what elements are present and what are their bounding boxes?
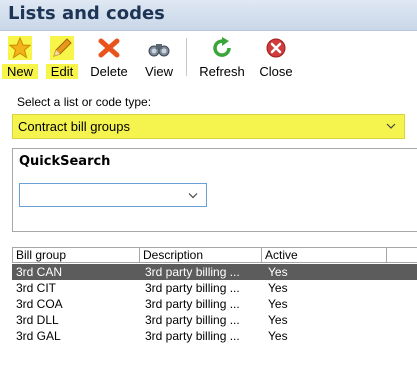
list-type-dropdown[interactable]: Contract bill groups xyxy=(12,114,405,139)
star-icon xyxy=(8,36,32,60)
column-header-active[interactable]: Active xyxy=(262,248,387,262)
edit-button[interactable]: Edit xyxy=(46,32,78,82)
refresh-button[interactable]: Refresh xyxy=(192,32,252,82)
column-header-description[interactable]: Description xyxy=(140,248,262,262)
table-row[interactable]: 3rd COA 3rd party billing ... Yes xyxy=(12,296,417,312)
toolbar: New Edit Delete View Refresh Close xyxy=(0,32,417,82)
chevron-down-icon xyxy=(188,193,198,199)
quicksearch-title: QuickSearch xyxy=(19,154,111,169)
table-row[interactable]: 3rd CIT 3rd party billing ... Yes xyxy=(12,280,417,296)
bill-group-cell: 3rd COA xyxy=(16,297,63,311)
delete-button[interactable]: Delete xyxy=(86,32,132,82)
edit-label: Edit xyxy=(46,64,78,79)
description-cell: 3rd party billing ... xyxy=(145,281,240,295)
table-row[interactable]: 3rd DLL 3rd party billing ... Yes xyxy=(12,312,417,328)
new-label: New xyxy=(2,64,38,79)
active-cell: Yes xyxy=(268,313,288,327)
delete-x-icon xyxy=(98,38,120,58)
active-cell: Yes xyxy=(268,265,288,279)
bill-group-cell: 3rd CIT xyxy=(16,281,57,295)
list-type-label: Select a list or code type: xyxy=(17,95,152,109)
bill-group-cell: 3rd CAN xyxy=(16,265,63,279)
refresh-label: Refresh xyxy=(199,64,245,79)
window-title: Lists and codes xyxy=(8,3,165,24)
chevron-down-icon xyxy=(386,123,396,129)
table-row[interactable]: 3rd GAL 3rd party billing ... Yes xyxy=(12,328,417,344)
column-header-bill-group[interactable]: Bill group xyxy=(13,248,140,262)
refresh-icon xyxy=(213,37,231,57)
description-cell: 3rd party billing ... xyxy=(145,313,240,327)
title-bar: Lists and codes xyxy=(0,0,417,31)
delete-label: Delete xyxy=(90,64,128,79)
description-cell: 3rd party billing ... xyxy=(145,297,240,311)
bill-group-cell: 3rd DLL xyxy=(16,313,59,327)
bill-group-grid: Bill group Description Active 3rd CAN 3r… xyxy=(12,247,417,366)
binoculars-icon xyxy=(148,44,170,57)
list-type-value: Contract bill groups xyxy=(18,119,130,134)
close-label: Close xyxy=(259,64,293,79)
view-button[interactable]: View xyxy=(138,32,180,82)
active-cell: Yes xyxy=(268,329,288,343)
quicksearch-panel: QuickSearch xyxy=(12,148,417,232)
quicksearch-dropdown[interactable] xyxy=(19,183,207,207)
close-icon xyxy=(266,38,286,58)
description-cell: 3rd party billing ... xyxy=(145,265,240,279)
new-button[interactable]: New xyxy=(2,32,38,82)
close-button[interactable]: Close xyxy=(255,32,297,82)
table-row[interactable]: 3rd CAN 3rd party billing ... Yes xyxy=(12,264,417,280)
toolbar-separator xyxy=(186,38,187,76)
active-cell: Yes xyxy=(268,281,288,295)
view-label: View xyxy=(145,64,173,79)
pencil-icon xyxy=(50,36,74,60)
active-cell: Yes xyxy=(268,297,288,311)
bill-group-cell: 3rd GAL xyxy=(16,329,61,343)
description-cell: 3rd party billing ... xyxy=(145,329,240,343)
grid-header: Bill group Description Active xyxy=(12,247,417,263)
